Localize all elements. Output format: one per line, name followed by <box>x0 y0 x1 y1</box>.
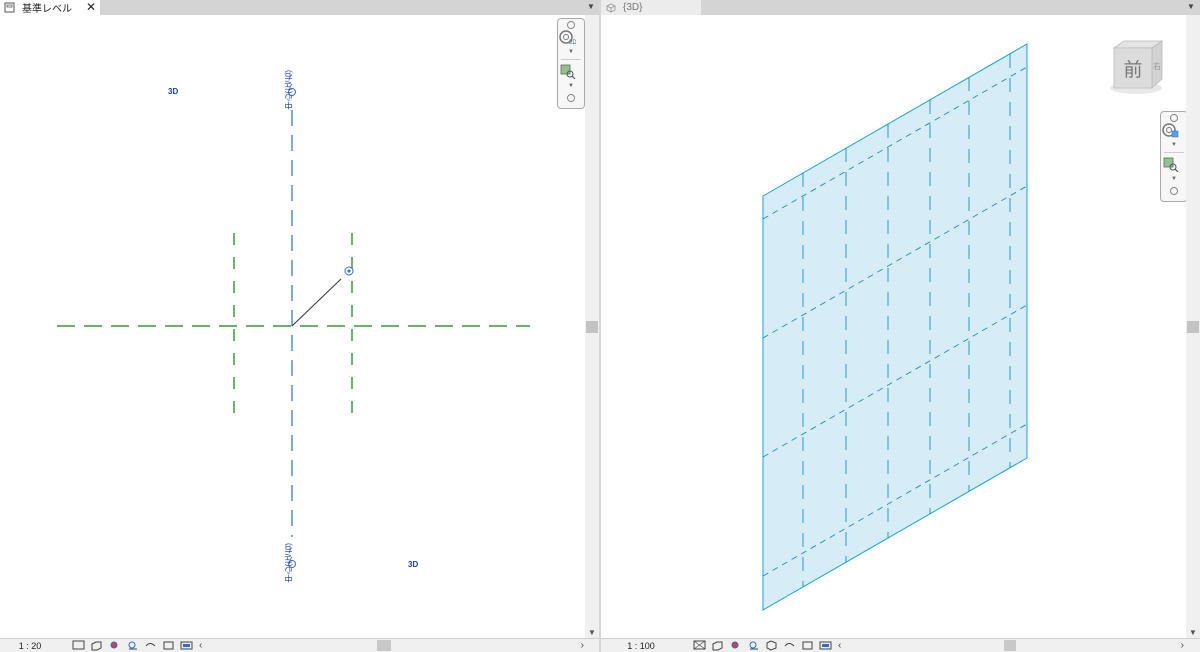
tab-floor-plan[interactable]: 基準レベル ✕ <box>0 0 100 15</box>
tab-3d-view-label: {3D} <box>623 2 643 13</box>
show-crop-region-icon[interactable] <box>162 640 175 651</box>
left-view-pane[interactable]: 基準レベル ✕ ▼ 3D 3D 中心(左/右) 中心(左/右) 2D ▼ ▼ ▼… <box>0 0 600 652</box>
close-icon[interactable]: ✕ <box>86 0 96 15</box>
crop-view-icon[interactable] <box>783 640 796 651</box>
scroll-thumb[interactable] <box>1187 321 1199 333</box>
floor-plan-icon <box>4 2 15 13</box>
right-tab-bar: {3D} ▼ <box>601 0 1200 15</box>
3d-canvas[interactable] <box>601 15 1186 639</box>
steering-wheel-dropdown-icon[interactable]: ▼ <box>1161 141 1187 149</box>
hscroll-thumb[interactable] <box>377 640 392 651</box>
zoom-dropdown-icon[interactable]: ▼ <box>1161 175 1187 183</box>
tab-dropdown-icon[interactable]: ▼ <box>587 2 595 11</box>
view-scale[interactable]: 1 : 20 <box>0 641 60 651</box>
shadows-icon[interactable] <box>126 640 139 651</box>
show-crop-region-icon[interactable] <box>801 640 814 651</box>
reference-plane-label-bottom[interactable]: 中心(左/右) <box>283 543 294 583</box>
label-3d: 3D <box>168 87 179 96</box>
viewcube[interactable]: 前 右 <box>1108 36 1166 96</box>
vertical-scrollbar[interactable]: ▼ <box>1186 15 1200 639</box>
tab-floor-plan-label: 基準レベル <box>22 4 72 15</box>
scroll-right-icon[interactable]: › <box>581 640 584 651</box>
svg-text:2D: 2D <box>569 40 576 45</box>
tab-3d-view[interactable]: {3D} <box>601 0 701 15</box>
render-icon[interactable] <box>765 640 778 651</box>
horizontal-scrollbar[interactable] <box>841 640 1180 651</box>
hscroll-thumb[interactable] <box>1004 640 1017 651</box>
shadows-icon[interactable] <box>747 640 760 651</box>
visual-style-icon[interactable] <box>711 640 724 651</box>
scroll-thumb[interactable] <box>586 321 598 333</box>
view-control-bar: 1 : 20 ‹ › <box>0 638 600 652</box>
sun-path-icon[interactable] <box>729 640 742 651</box>
temporary-hide-icon[interactable] <box>819 640 832 651</box>
navigation-bar: ▼ ▼ <box>1160 111 1188 202</box>
scroll-right-icon[interactable]: › <box>1181 640 1184 651</box>
steering-wheel-icon[interactable]: 2D <box>558 29 577 46</box>
left-tab-bar: 基準レベル ✕ ▼ <box>0 0 600 15</box>
detail-level-icon[interactable] <box>693 640 706 651</box>
steering-wheel-dropdown-icon[interactable]: ▼ <box>558 48 584 56</box>
zoom-icon[interactable] <box>558 63 576 80</box>
view-scale[interactable]: 1 : 100 <box>601 641 681 651</box>
horizontal-scrollbar[interactable] <box>202 640 580 651</box>
sun-path-icon[interactable] <box>108 640 121 651</box>
3d-view-icon <box>606 3 616 13</box>
viewcube-front-face[interactable]: 前 <box>1123 59 1142 81</box>
detail-level-icon[interactable] <box>72 640 85 651</box>
navigation-bar: 2D ▼ ▼ <box>557 18 585 109</box>
label-3d: 3D <box>408 560 419 569</box>
zoom-icon[interactable] <box>1161 156 1179 173</box>
scroll-down-icon[interactable]: ▼ <box>588 628 596 637</box>
diagonal-line[interactable] <box>291 278 342 327</box>
temporary-hide-icon[interactable] <box>180 640 193 651</box>
view-control-bar: 1 : 100 ‹ › <box>601 638 1200 652</box>
tab-dropdown-icon[interactable]: ▼ <box>1187 2 1195 11</box>
crop-view-icon[interactable] <box>144 640 157 651</box>
visual-style-icon[interactable] <box>90 640 103 651</box>
reference-plane-label-top[interactable]: 中心(左/右) <box>283 70 294 110</box>
scroll-down-icon[interactable]: ▼ <box>1189 628 1197 637</box>
zoom-dropdown-icon[interactable]: ▼ <box>558 82 584 90</box>
vertical-scrollbar[interactable]: ▼ <box>585 15 599 639</box>
steering-wheel-icon[interactable] <box>1161 122 1179 138</box>
right-view-pane[interactable]: {3D} ▼ 前 右 ▼ ▼ ▼ 1: 100 ‹ › <box>601 0 1200 652</box>
viewcube-right-face[interactable]: 右 <box>1153 61 1161 71</box>
